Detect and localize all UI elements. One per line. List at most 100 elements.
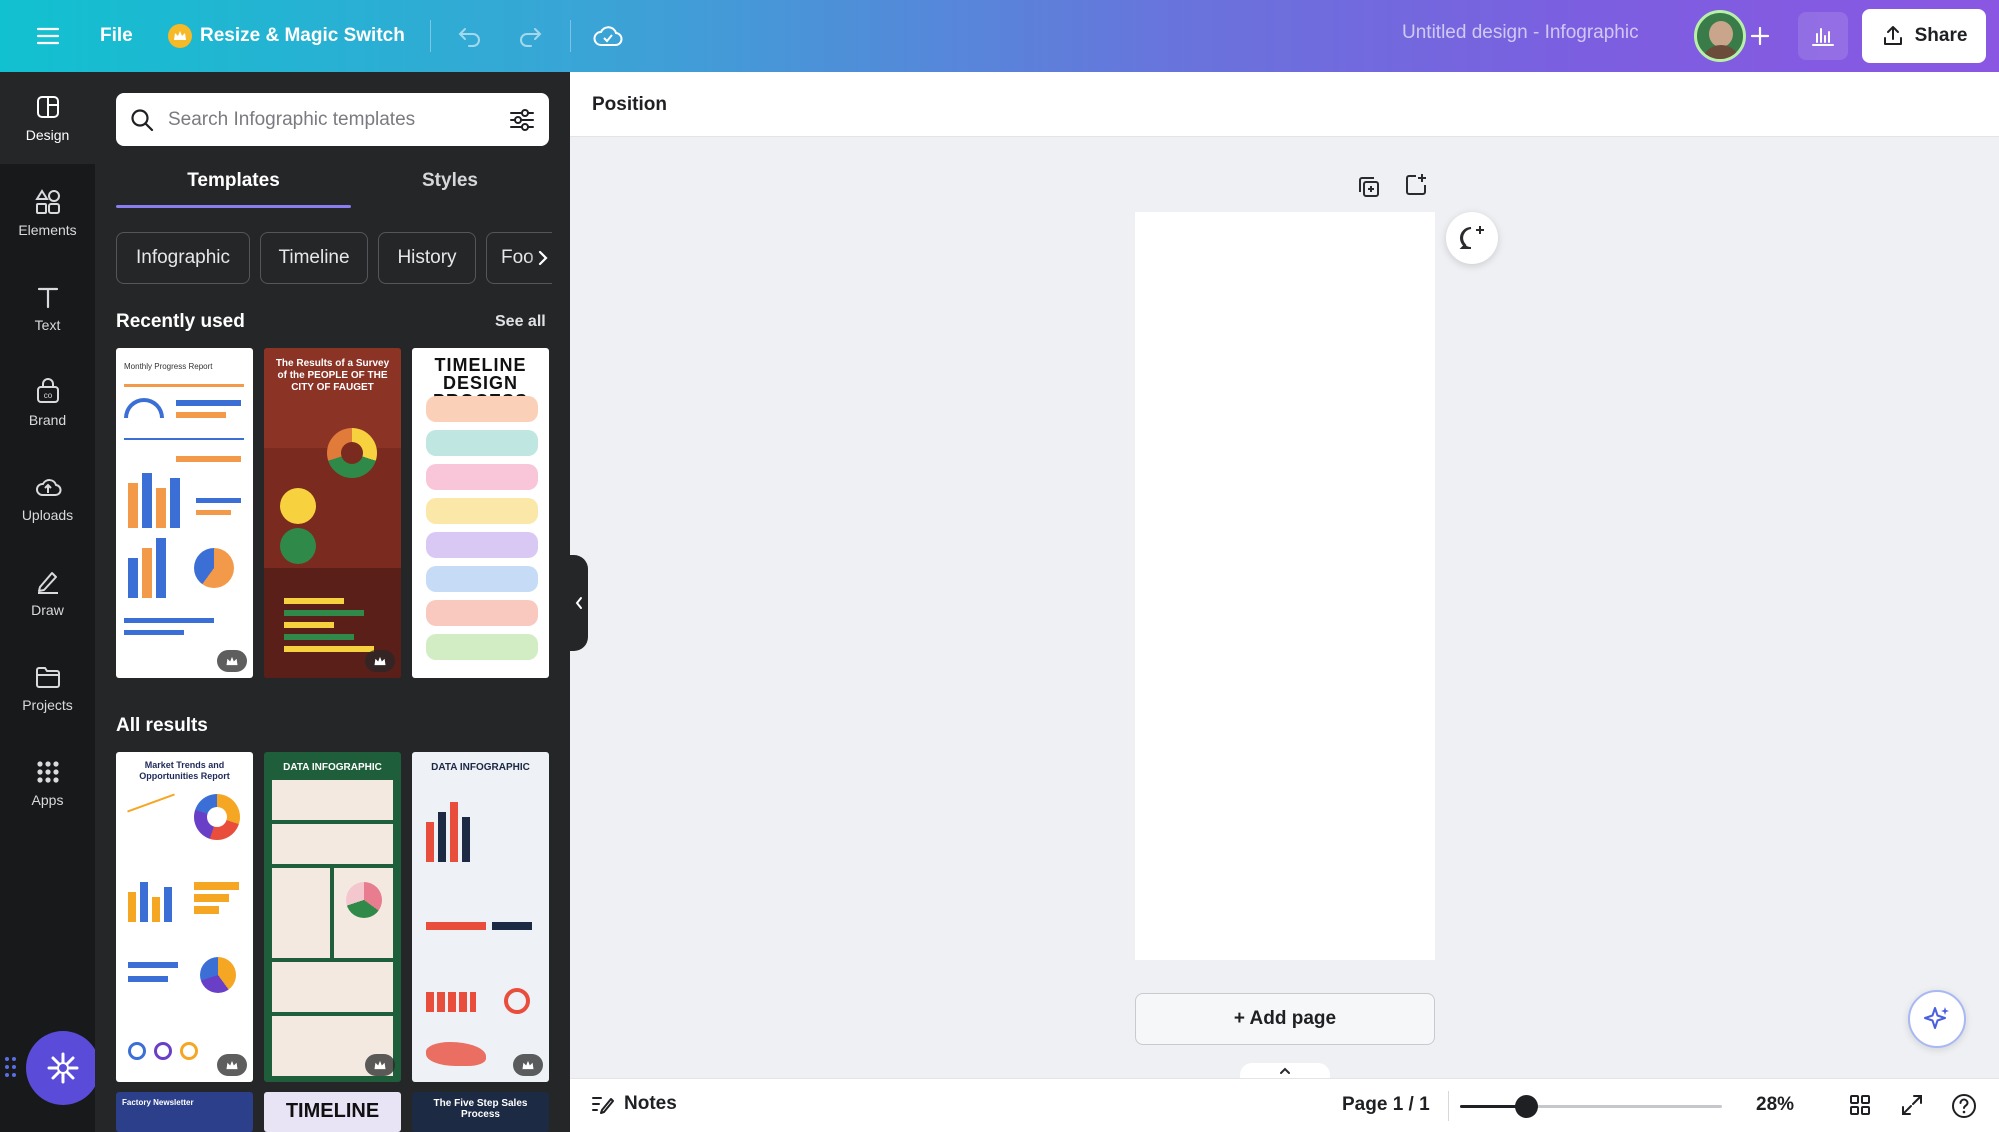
- collapse-panel-handle[interactable]: [570, 555, 588, 651]
- undo-icon: [458, 28, 480, 47]
- add-comment-button[interactable]: [1446, 212, 1498, 264]
- template-thumbnail[interactable]: TIMELINE DESIGN PROCESS: [412, 348, 549, 678]
- template-title: Market Trends and Opportunities Report: [139, 760, 230, 781]
- text-icon: [37, 287, 58, 309]
- sidebar-item-design[interactable]: Design: [0, 72, 95, 164]
- crown-icon: [226, 1060, 238, 1069]
- chip-label: Timeline: [278, 247, 350, 268]
- tab-styles[interactable]: Styles: [335, 170, 565, 192]
- save-status-button[interactable]: [588, 18, 628, 54]
- search-input[interactable]: [168, 108, 509, 131]
- template-thumbnail[interactable]: Monthly Progress Report: [116, 348, 253, 678]
- magic-assistant-button[interactable]: [26, 1031, 100, 1105]
- sidebar-item-label: Brand: [28, 412, 67, 428]
- avatar[interactable]: [1694, 10, 1746, 62]
- sidebar-item-text[interactable]: Text: [0, 262, 95, 354]
- design-page[interactable]: [1135, 212, 1435, 960]
- sidebar-item-elements[interactable]: Elements: [0, 167, 95, 259]
- notes-button[interactable]: Notes: [590, 1093, 677, 1115]
- template-thumbnail[interactable]: The Results of a Survey of the PEOPLE OF…: [264, 348, 401, 678]
- plus-icon: [1750, 26, 1770, 46]
- tab-templates[interactable]: Templates: [116, 170, 351, 192]
- top-bar: File Resize & Magic Switch Untitled desi…: [0, 0, 1999, 72]
- resize-label: Resize & Magic Switch: [200, 25, 405, 46]
- chevron-right-icon: [538, 250, 548, 266]
- see-all-link[interactable]: See all: [495, 313, 546, 331]
- sidebar-item-apps[interactable]: Apps: [0, 737, 95, 829]
- sidebar-item-projects[interactable]: Projects: [0, 642, 95, 734]
- duplicate-page-button[interactable]: [1356, 174, 1382, 200]
- search-bar[interactable]: [116, 93, 549, 146]
- elements-icon: [34, 189, 60, 214]
- add-page-above-button[interactable]: [1403, 172, 1429, 198]
- template-title: TIMELINE: [285, 1100, 380, 1122]
- zoom-slider[interactable]: [1460, 1095, 1722, 1118]
- menu-button[interactable]: [28, 18, 68, 54]
- add-collaborator-button[interactable]: [1742, 18, 1778, 54]
- sidebar-item-brand[interactable]: co Brand: [0, 357, 95, 449]
- context-toolbar: Position: [570, 72, 1999, 137]
- position-button[interactable]: Position: [592, 94, 667, 116]
- sidebar-item-uploads[interactable]: Uploads: [0, 452, 95, 544]
- template-thumbnail[interactable]: DATA INFOGRAPHIC: [264, 752, 401, 1082]
- bar-chart-icon: [1812, 28, 1834, 46]
- template-thumbnail[interactable]: TIMELINE: [264, 1092, 401, 1132]
- drag-handle[interactable]: [4, 1055, 18, 1079]
- add-page-button[interactable]: + Add page: [1135, 993, 1435, 1045]
- template-thumbnail[interactable]: Market Trends and Opportunities Report: [116, 752, 253, 1082]
- chip-history[interactable]: History: [378, 232, 476, 284]
- template-title: DATA INFOGRAPHIC: [431, 762, 530, 773]
- filter-sliders-icon[interactable]: [509, 108, 535, 132]
- sparkle-asterisk-icon: [47, 1052, 79, 1084]
- page-indicator[interactable]: Page 1 / 1: [1342, 1094, 1430, 1116]
- fullscreen-button[interactable]: [1900, 1093, 1926, 1119]
- show-pages-handle[interactable]: [1240, 1063, 1330, 1079]
- help-button[interactable]: [1950, 1092, 1978, 1120]
- undo-button[interactable]: [450, 18, 490, 54]
- file-label: File: [100, 25, 133, 46]
- chip-timeline[interactable]: Timeline: [260, 232, 368, 284]
- design-icon: [36, 96, 59, 118]
- chips-scroll-right[interactable]: [528, 240, 558, 276]
- redo-button[interactable]: [510, 18, 550, 54]
- divider: [570, 20, 571, 52]
- divider: [1448, 1091, 1449, 1121]
- insights-button[interactable]: [1798, 12, 1848, 60]
- tab-label: Templates: [187, 170, 280, 191]
- redo-icon: [520, 28, 542, 47]
- grid-icon: [1850, 1095, 1870, 1115]
- template-thumbnail[interactable]: Factory Newsletter: [116, 1092, 253, 1132]
- recently-used-heading: Recently used: [116, 311, 245, 332]
- magic-ai-button[interactable]: [1908, 990, 1966, 1048]
- bottom-bar: Notes Page 1 / 1 28%: [570, 1078, 1999, 1132]
- template-thumbnail[interactable]: DATA INFOGRAPHIC: [412, 752, 549, 1082]
- premium-crown-badge: [365, 650, 395, 672]
- file-menu[interactable]: File: [100, 18, 133, 54]
- share-label: Share: [1914, 25, 1968, 46]
- share-button[interactable]: Share: [1862, 9, 1986, 63]
- resize-magic-switch-button[interactable]: Resize & Magic Switch: [168, 18, 405, 54]
- design-title[interactable]: Untitled design - Infographic: [1402, 22, 1639, 44]
- add-page-icon: [1406, 174, 1426, 195]
- premium-crown-badge: [365, 1054, 395, 1076]
- all-results-heading: All results: [116, 715, 208, 736]
- sidebar-item-label: Text: [34, 317, 61, 333]
- grid-view-button[interactable]: [1848, 1093, 1874, 1119]
- premium-crown-badge: [217, 1054, 247, 1076]
- zoom-level[interactable]: 28%: [1756, 1094, 1794, 1116]
- duplicate-icon: [1359, 177, 1379, 197]
- share-icon: [1883, 26, 1902, 45]
- chip-infographic[interactable]: Infographic: [116, 232, 250, 284]
- search-icon: [131, 108, 154, 131]
- notes-icon: [592, 1097, 614, 1114]
- sidebar-item-draw[interactable]: Draw: [0, 547, 95, 639]
- crown-icon: [522, 1060, 534, 1069]
- hamburger-icon: [37, 27, 59, 45]
- svg-text:co: co: [43, 391, 52, 400]
- crown-icon: [374, 656, 386, 665]
- premium-crown-badge: [217, 650, 247, 672]
- projects-icon: [35, 667, 60, 688]
- template-thumbnail[interactable]: The Five Step Sales Process: [412, 1092, 549, 1132]
- active-tab-indicator: [116, 205, 351, 208]
- zoom-slider-thumb[interactable]: [1515, 1095, 1539, 1118]
